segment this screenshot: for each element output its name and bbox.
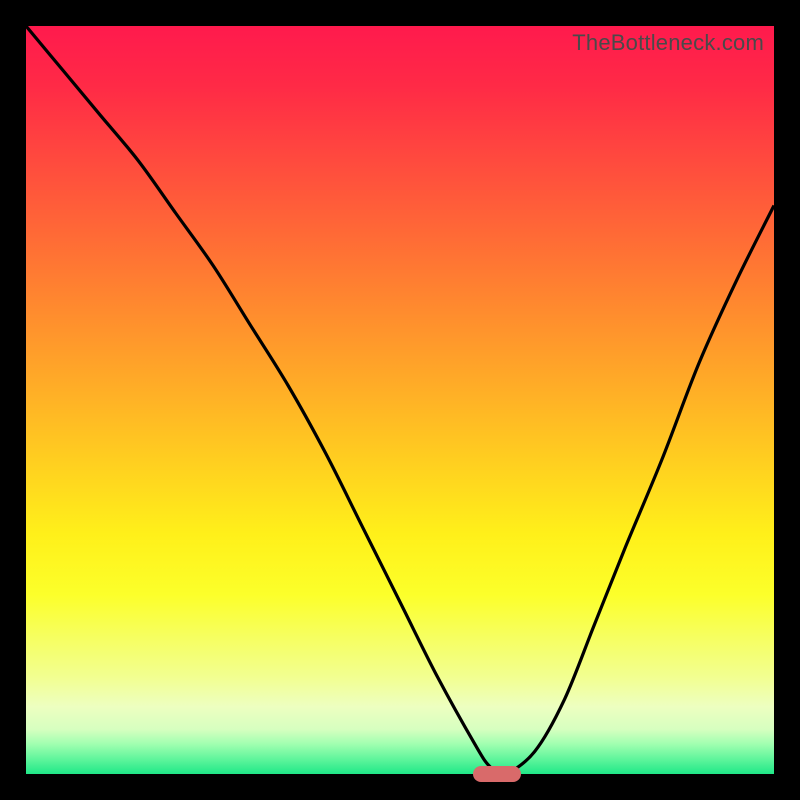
optimal-marker <box>473 766 521 782</box>
curve-path <box>26 26 774 774</box>
chart-frame: TheBottleneck.com <box>0 0 800 800</box>
bottleneck-curve <box>26 26 774 774</box>
watermark-text: TheBottleneck.com <box>572 30 764 56</box>
plot-area: TheBottleneck.com <box>26 26 774 774</box>
